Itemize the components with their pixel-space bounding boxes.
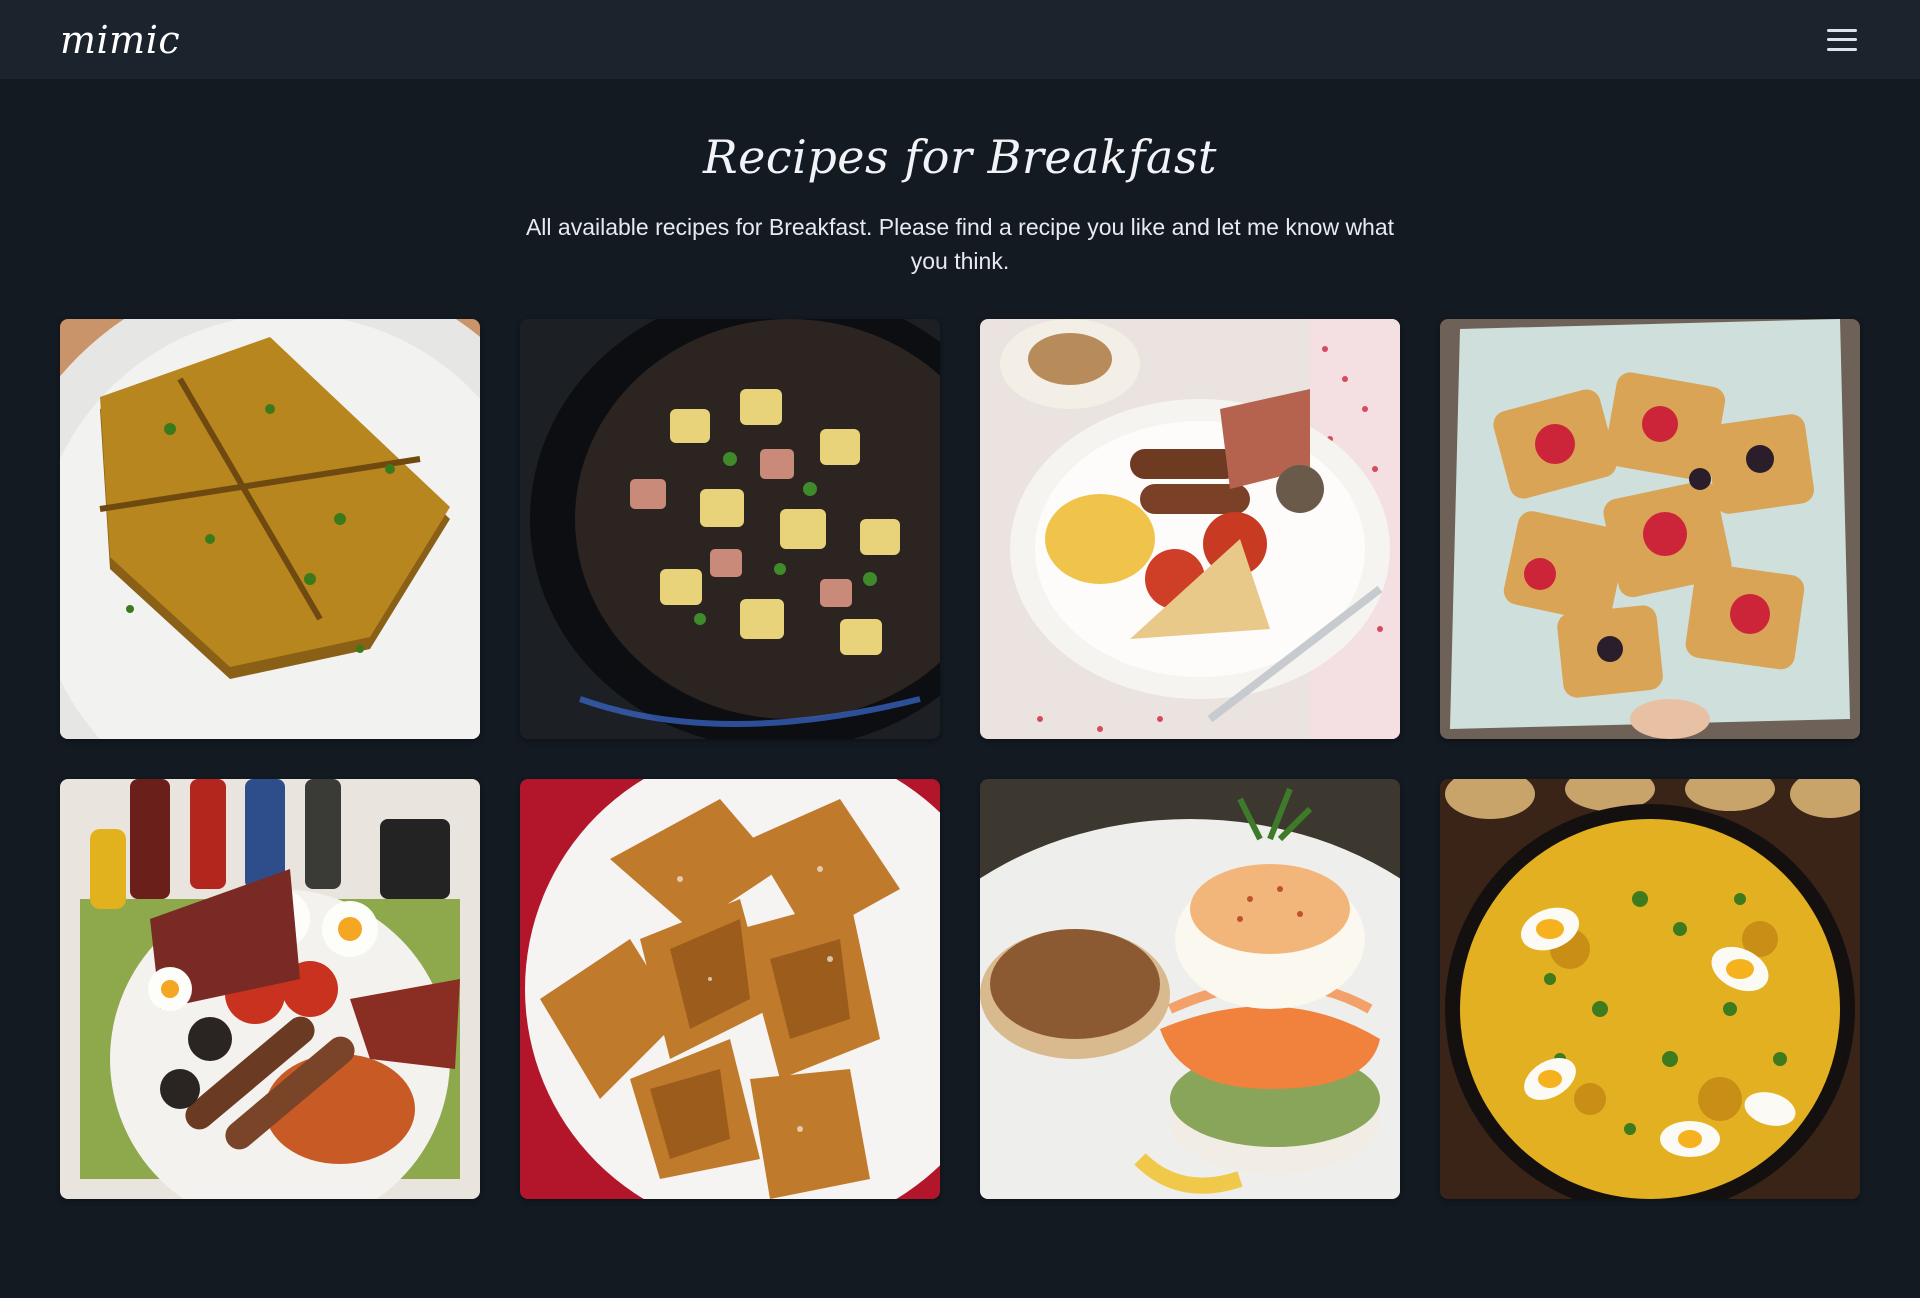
recipe-card-8[interactable] [1440,779,1860,1199]
fried-dough-pastries-image [520,779,940,1199]
recipe-card-5[interactable] [60,779,480,1199]
full-english-breakfast-image [60,779,480,1199]
french-toast-image [60,319,480,739]
logo[interactable]: mimic [60,21,180,59]
recipe-card-7[interactable] [980,779,1400,1199]
recipe-card-3[interactable] [980,319,1400,739]
english-breakfast-plate-image [980,319,1400,739]
recipe-card-6[interactable] [520,779,940,1199]
kedgeree-pan-image [1440,779,1860,1199]
page-title: Recipes for Breakfast [703,130,1217,184]
menu-line [1827,47,1857,51]
hamburger-menu-icon[interactable] [1827,28,1857,51]
recipe-card-2[interactable] [520,319,940,739]
recipe-grid [60,319,1860,1199]
salmon-eggs-benedict-image [980,779,1400,1199]
page-header: Recipes for Breakfast All available reci… [0,130,1920,278]
top-navigation-bar: mimic [0,0,1920,79]
page-subtitle: All available recipes for Breakfast. Ple… [525,214,1395,274]
menu-line [1827,38,1857,41]
skillet-hash-image [520,319,940,739]
recipe-card-4[interactable] [1440,319,1860,739]
recipe-card-1[interactable] [60,319,480,739]
berry-pastries-image [1440,319,1860,739]
menu-line [1827,28,1857,32]
